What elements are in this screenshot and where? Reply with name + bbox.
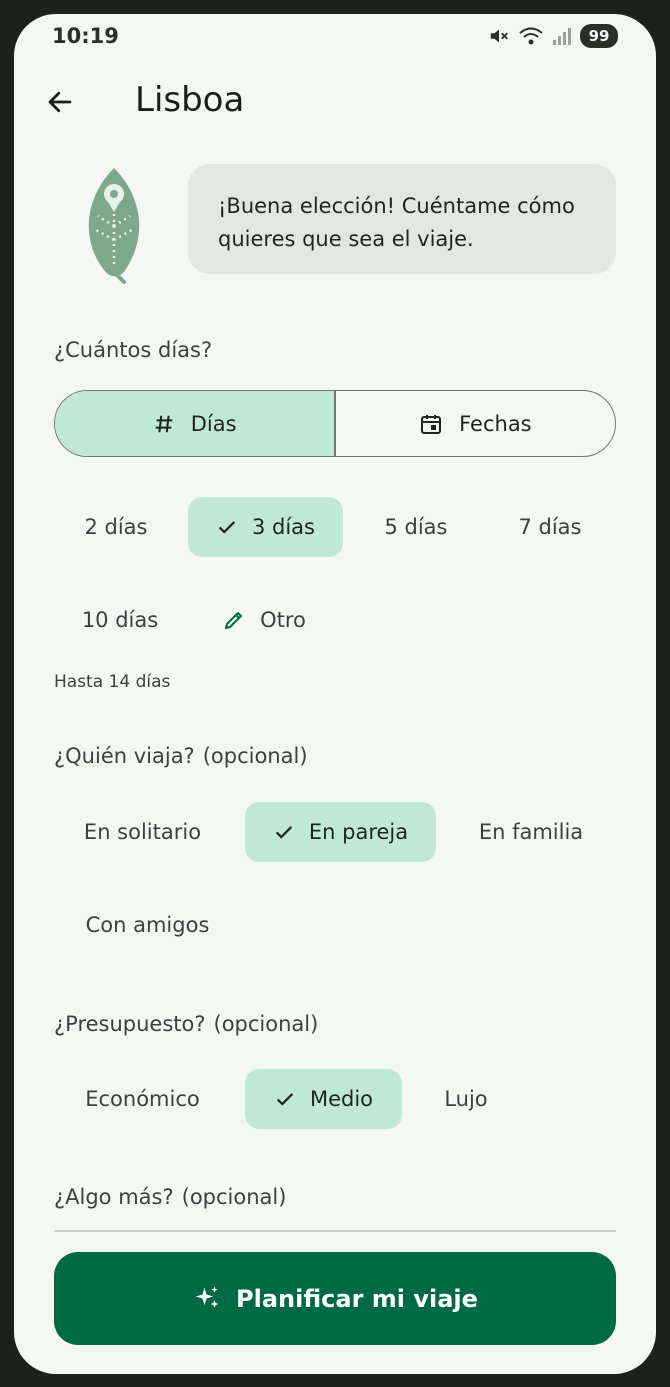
chip-days-10[interactable]: 10 días — [64, 590, 176, 650]
travelers-label-text: ¿Quién viaja? — [54, 744, 195, 768]
chip-label: 3 días — [251, 515, 315, 539]
check-icon — [275, 826, 292, 839]
chip-family[interactable]: En familia — [460, 802, 602, 862]
days-section-label: ¿Cuántos días? — [54, 338, 213, 362]
chip-budget-economic[interactable]: Económico — [64, 1069, 221, 1129]
chip-days-5[interactable]: 5 días — [366, 497, 466, 557]
optional-tag: (opcional) — [181, 1185, 287, 1209]
optional-tag: (opcional) — [213, 1012, 319, 1036]
chip-solo[interactable]: En solitario — [64, 802, 221, 862]
plan-trip-label: Planificar mi viaje — [236, 1284, 478, 1313]
chip-label: En familia — [478, 820, 584, 844]
chip-friends[interactable]: Con amigos — [64, 895, 231, 955]
check-icon — [276, 1093, 294, 1106]
travelers-section-label: ¿Quién viaja? (opcional) — [54, 744, 308, 768]
chip-label: 10 días — [81, 608, 159, 632]
pencil-icon — [225, 612, 243, 629]
optional-tag: (opcional) — [202, 744, 308, 768]
status-bar: 10:19 99 — [14, 14, 656, 58]
app-bar: Lisboa — [14, 74, 656, 130]
segment-days-label: Días — [190, 411, 237, 436]
chip-label: Con amigos — [85, 913, 210, 937]
segment-days[interactable]: Días — [55, 391, 335, 456]
chip-label: 7 días — [518, 515, 582, 539]
extra-label-text: ¿Algo más? — [54, 1185, 174, 1209]
extra-section-label: ¿Algo más? (opcional) — [54, 1185, 286, 1209]
calendar-icon — [421, 414, 442, 434]
chip-label: Otro — [260, 608, 306, 632]
chip-days-other[interactable]: Otro — [204, 590, 324, 650]
bottom-divider — [54, 1230, 616, 1232]
leaf-pin-icon — [88, 168, 140, 284]
chip-couple[interactable]: En pareja — [245, 802, 436, 862]
chip-label: 5 días — [384, 515, 448, 539]
budget-label-text: ¿Presupuesto? — [54, 1012, 206, 1036]
chip-label: En solitario — [83, 820, 202, 844]
plan-trip-button[interactable]: Planificar mi viaje — [54, 1252, 616, 1345]
status-icons: 99 — [488, 24, 618, 48]
chip-days-2[interactable]: 2 días — [64, 497, 168, 557]
chip-days-7[interactable]: 7 días — [500, 497, 600, 557]
chip-days-3[interactable]: 3 días — [188, 497, 343, 557]
sparkles-icon — [195, 1286, 219, 1308]
scroll-fade — [14, 1209, 656, 1231]
wifi-icon — [519, 27, 543, 45]
battery-badge: 99 — [580, 24, 618, 48]
assistant-message: ¡Buena elección! Cuéntame cómo quieres q… — [188, 164, 616, 274]
chip-label: Económico — [85, 1087, 200, 1111]
chip-budget-medium[interactable]: Medio — [245, 1069, 402, 1129]
segment-dates[interactable]: Fechas — [336, 391, 615, 456]
back-button[interactable] — [40, 82, 80, 122]
phone-screen: 10:19 99 Lisboa ¡Buena elección! Cuéntam… — [14, 14, 656, 1374]
segment-dates-label: Fechas — [459, 411, 532, 436]
page-title: Lisboa — [135, 80, 245, 120]
chip-label: En pareja — [308, 820, 409, 844]
chip-label: 2 días — [84, 515, 148, 539]
hash-icon — [155, 415, 172, 432]
mute-icon — [490, 29, 508, 43]
budget-section-label: ¿Presupuesto? (opcional) — [54, 1012, 318, 1036]
days-mode-toggle: Días Fechas — [54, 390, 616, 457]
chip-label: Medio — [309, 1087, 374, 1111]
signal-icon — [553, 28, 571, 45]
chip-budget-luxury[interactable]: Lujo — [426, 1069, 506, 1129]
status-time: 10:19 — [52, 24, 119, 48]
chip-label: Lujo — [444, 1087, 488, 1111]
days-helper-text: Hasta 14 días — [54, 672, 171, 692]
arrow-back-icon — [48, 91, 72, 113]
check-icon — [218, 521, 236, 534]
